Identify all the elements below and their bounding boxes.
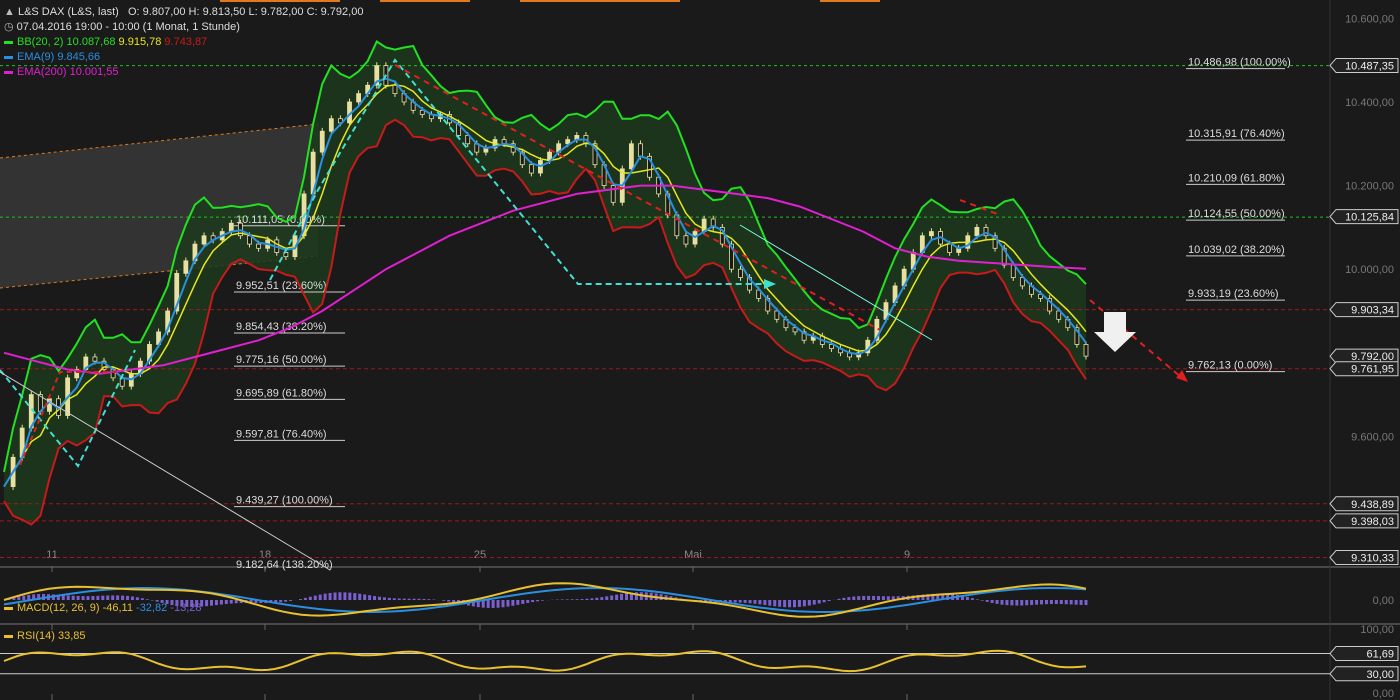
fib-right-label: 9.933,19 (23.60%) — [1188, 288, 1279, 300]
candle-body — [319, 130, 325, 153]
candle-body — [683, 235, 689, 245]
candle-body — [974, 226, 980, 237]
candle-body — [228, 222, 234, 232]
candle-body — [738, 268, 743, 278]
ema200-label: EMA(200) — [17, 66, 67, 78]
candle-body — [183, 260, 189, 274]
price-tag-label: 9.438,89 — [1351, 499, 1394, 511]
rsi-value: 33,85 — [57, 630, 86, 642]
candle-body — [419, 109, 425, 115]
rsi-swatch — [4, 634, 13, 638]
bb-lower-value: 9.743,87 — [164, 36, 208, 48]
period-text: 07.04.2016 19:00 - 10:00 (1 Monat, 1 Stu… — [16, 21, 240, 33]
fib-left-label: 9.952,51 (23.60%) — [236, 280, 327, 292]
ema200-swatch — [4, 70, 13, 74]
price-chart: 10.600,00 10.400,00 10.200,00 10.000,00 9.60… — [0, 0, 1400, 700]
candle-body — [528, 164, 534, 174]
fib-left-label: 9.695,89 (61.80%) — [236, 387, 327, 399]
candle-body — [392, 84, 398, 95]
rsi-tick-label: 30,00 — [1366, 669, 1394, 681]
ohlc-values: O: 9.807,00 H: 9.813,50 L: 9.782,00 C: 9… — [128, 6, 364, 18]
candle-body — [929, 231, 934, 237]
symbol-name: L&S DAX (L&S, last) — [17, 6, 119, 18]
y-tick-label: 10.600,00 — [1345, 13, 1394, 25]
price-tag: 9.438,89 — [1329, 496, 1399, 512]
rsi-legend[interactable]: RSI(14) 33,85 — [4, 629, 86, 644]
candle-body — [1083, 344, 1089, 357]
price-tag: 9.310,33 — [1329, 550, 1399, 566]
fib-right-label: 10.315,91 (76.40%) — [1188, 128, 1285, 140]
y-tick-label: 10.200,00 — [1345, 181, 1394, 193]
macd-legend[interactable]: MACD(12, 26, 9) -46,11 -32,82 -13,28 — [4, 601, 202, 616]
x-tick-label: 11 — [46, 549, 57, 561]
fib-right-label: 10.124,55 (50.00%) — [1188, 208, 1285, 220]
candle-body — [829, 344, 834, 350]
macd-zero-tick: 0,00 — [1373, 595, 1394, 607]
ema9-value: 9.845,66 — [57, 51, 101, 63]
chart-legend: ▲ L&S DAX (L&S, last) O: 9.807,00 H: 9.8… — [4, 5, 363, 80]
down-arrow-icon — [1094, 312, 1136, 352]
fib-left-label: 9.182,64 (138.20%) — [236, 559, 333, 571]
fib-left-label: 9.439,27 (100.00%) — [236, 495, 333, 507]
candle-body — [201, 235, 207, 245]
macd-signal-value: -32,82 — [136, 602, 168, 614]
red-downtrend-line — [394, 64, 881, 331]
x-tick-label: 9 — [904, 549, 910, 561]
price-tag-label: 10.487,35 — [1345, 60, 1394, 72]
rsi-tick-label: 100,00 — [1360, 624, 1394, 636]
legend-bb-row[interactable]: BB(20, 2) 10.087,68 9.915,78 9.743,87 — [4, 35, 363, 50]
chart-type-icon: ▲ — [4, 6, 15, 18]
fib-left-label: 9.597,81 (76.40%) — [236, 428, 327, 440]
bb-mid-value: 9.915,78 — [118, 36, 162, 48]
bb-label: BB(20, 2) — [17, 36, 64, 48]
y-tick-label: 9.600,00 — [1351, 431, 1394, 443]
clock-icon: ◷ — [4, 21, 14, 33]
fib-right-label: 9.762,13 (0.00%) — [1188, 360, 1272, 372]
macd-hist-value: -13,28 — [170, 602, 202, 614]
legend-ema200-row[interactable]: EMA(200) 10.001,55 — [4, 65, 363, 80]
price-tag: 9.792,00 — [1329, 348, 1399, 364]
ema9-label: EMA(9) — [17, 51, 55, 63]
price-tag: 10.487,35 — [1329, 57, 1399, 73]
y-tick-label: 10.400,00 — [1345, 97, 1394, 109]
price-tag: 9.903,34 — [1329, 302, 1399, 318]
rsi-tick-label: 61,69 — [1366, 649, 1394, 661]
ema9-swatch — [4, 55, 13, 59]
candle-body — [328, 118, 334, 132]
rsi-tick-label: 0,00 — [1373, 688, 1394, 700]
macd-label: MACD(12, 26, 9) — [17, 602, 100, 614]
price-tag: 10.125,84 — [1329, 209, 1399, 225]
fib-right-label: 10.210,09 (61.80%) — [1188, 172, 1285, 184]
candle-body — [628, 143, 634, 170]
price-tag-label: 10.125,84 — [1345, 212, 1394, 224]
x-tick-label: Mai — [684, 549, 702, 561]
y-tick-label: 10.000,00 — [1345, 264, 1394, 276]
legend-symbol-row: ▲ L&S DAX (L&S, last) O: 9.807,00 H: 9.8… — [4, 5, 363, 20]
legend-ema9-row[interactable]: EMA(9) 9.845,66 — [4, 50, 363, 65]
legend-period-row: ◷ 07.04.2016 19:00 - 10:00 (1 Monat, 1 S… — [4, 20, 363, 35]
x-tick-label: 25 — [474, 549, 486, 561]
price-tag: 9.761,95 — [1329, 361, 1399, 377]
ema200-value: 10.001,55 — [69, 66, 119, 78]
bb-upper-value: 10.087,68 — [66, 36, 116, 48]
fib-right-label: 10.486,98 (100.00%) — [1188, 57, 1291, 69]
candle-body — [356, 93, 362, 103]
candle-body — [256, 243, 261, 249]
candle-body — [638, 143, 643, 157]
macd-swatch — [4, 606, 13, 610]
rsi-label: RSI(14) — [17, 630, 55, 642]
price-tag-label: 9.310,33 — [1351, 553, 1394, 565]
price-tag: 9.398,03 — [1329, 513, 1399, 529]
bb-swatch — [4, 40, 13, 44]
macd-value: -46,11 — [102, 602, 133, 614]
price-tag-label: 9.903,34 — [1351, 305, 1394, 317]
candle-body — [92, 356, 98, 362]
price-tag-label: 9.398,03 — [1351, 516, 1394, 528]
fib-right-label: 10.039,02 (38.20%) — [1188, 244, 1285, 256]
bb-band-fill — [4, 41, 1086, 525]
price-tag-label: 9.761,95 — [1351, 364, 1394, 376]
fib-left-label: 9.775,16 (50.00%) — [236, 354, 327, 366]
candle-body — [947, 243, 953, 253]
